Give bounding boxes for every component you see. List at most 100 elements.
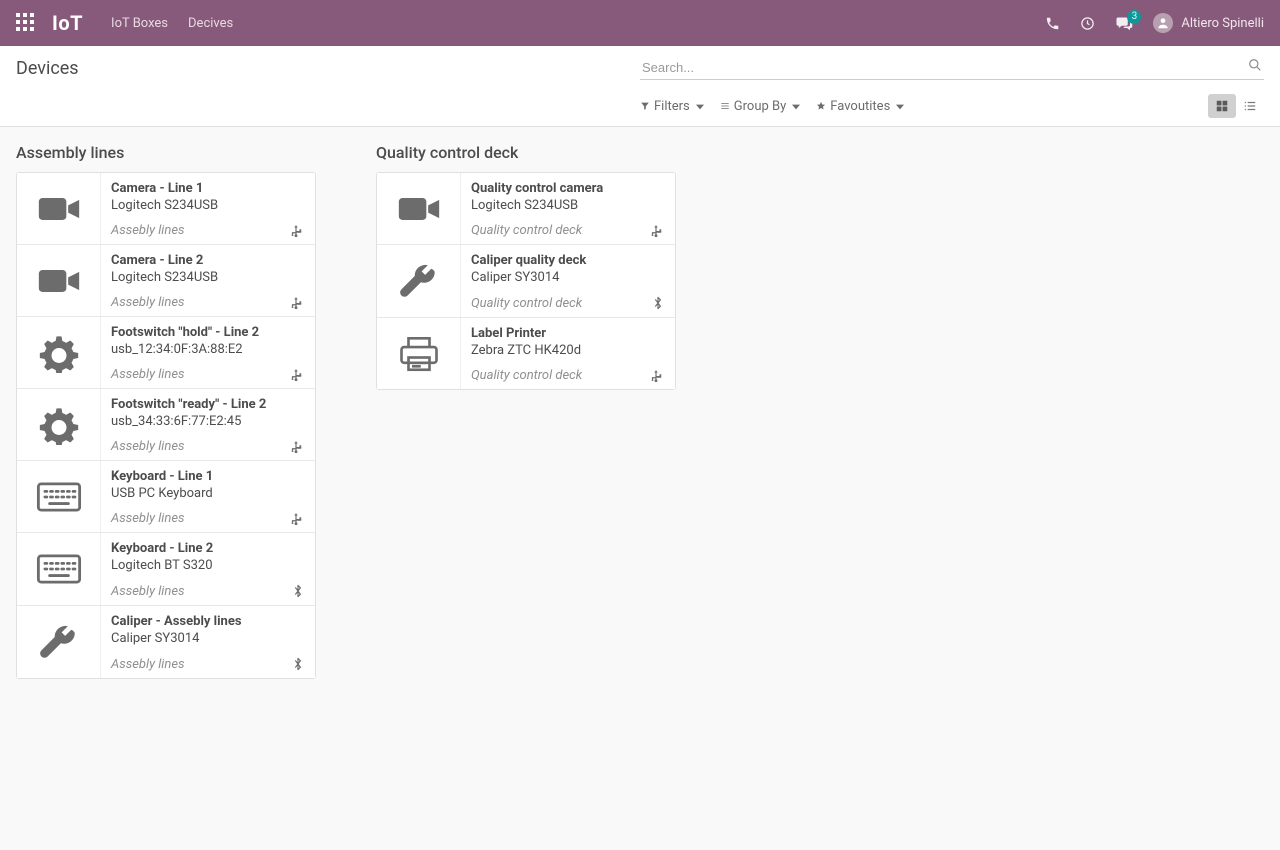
device-subtitle: Logitech S234USB: [111, 198, 305, 213]
device-card[interactable]: Camera - Line 2Logitech S234USBAssebly l…: [17, 245, 315, 317]
keyboard-icon: [17, 533, 101, 605]
kanban-group: Assembly lines Camera - Line 1 Logitech S2…: [16, 143, 316, 679]
device-tag: Assebly lines: [111, 223, 185, 238]
card-body: Keyboard - Line 1 USB PC Keyboard Assebly …: [101, 461, 315, 532]
device-subtitle: Logitech BT S320: [111, 558, 305, 573]
device-tag: Assebly lines: [111, 295, 185, 310]
device-tag: Assebly lines: [111, 657, 185, 672]
device-title: Keyboard - Line 2: [111, 541, 305, 556]
wrench-icon: [377, 245, 461, 317]
card-body: Caliper quality deck Caliper SY3014 Qualit…: [461, 245, 675, 317]
groupby-button[interactable]: Group By: [720, 99, 801, 114]
chat-icon[interactable]: 3: [1115, 16, 1133, 31]
device-subtitle: Zebra ZTC HK420d: [471, 343, 665, 358]
device-subtitle: Logitech S234USB: [111, 270, 305, 285]
device-card[interactable]: Camera - Line 1 Logitech S234USB Assebly l…: [17, 173, 315, 245]
device-tag: Quality control deck: [471, 368, 582, 383]
topbar-right: 3 Altiero Spinelli: [1045, 13, 1264, 33]
card-body: Caliper - Assebly lines Caliper SY3014 Ass…: [101, 606, 315, 678]
device-tag: Quality control deck: [471, 296, 582, 311]
device-card[interactable]: Keyboard - Line 1 USB PC Keyboard Assebly …: [17, 461, 315, 533]
kanban-view-button[interactable]: [1208, 94, 1236, 118]
device-title: Label Printer: [471, 326, 665, 341]
camera-icon: [377, 173, 461, 244]
filters-label: Filters: [654, 99, 690, 114]
list-view-button[interactable]: [1236, 94, 1264, 118]
usb-icon: [289, 224, 303, 238]
search-input[interactable]: [640, 56, 1264, 80]
phone-icon[interactable]: [1045, 16, 1060, 31]
device-title: Footswitch "ready" - Line 2: [111, 397, 305, 412]
device-subtitle: Logitech S234USB: [471, 198, 665, 213]
device-title: Keyboard - Line 1: [111, 469, 305, 484]
usb-icon: [649, 369, 663, 383]
device-card[interactable]: Keyboard - Line 2 Logitech BT S320 Assebly…: [17, 533, 315, 606]
device-card[interactable]: Footswitch "hold" - Line 2usb_12:34:0F:3…: [17, 317, 315, 389]
device-subtitle: Caliper SY3014: [111, 631, 305, 646]
nav-devices[interactable]: Decives: [188, 16, 233, 31]
usb-icon: [289, 440, 303, 454]
card-list: Camera - Line 1 Logitech S234USB Assebly l…: [16, 172, 316, 679]
group-title: Assembly lines: [16, 143, 316, 162]
user-menu[interactable]: Altiero Spinelli: [1153, 13, 1264, 33]
user-name: Altiero Spinelli: [1181, 16, 1264, 31]
card-footer: Assebly lines: [111, 656, 305, 672]
camera-icon: [17, 173, 101, 244]
device-card[interactable]: Label Printer Zebra ZTC HK420d Quality con…: [377, 318, 675, 389]
nav-links: IoT Boxes Decives: [111, 16, 233, 31]
device-tag: Quality control deck: [471, 223, 582, 238]
group-title: Quality control deck: [376, 143, 676, 162]
gear-icon: [17, 389, 101, 460]
card-body: Quality control camera Logitech S234USB Qu…: [461, 173, 675, 244]
card-list: Quality control camera Logitech S234USB Qu…: [376, 172, 676, 390]
favourites-button[interactable]: Favoutites: [816, 99, 904, 114]
card-footer: Assebly lines: [111, 223, 305, 238]
usb-icon: [289, 296, 303, 310]
clock-icon[interactable]: [1080, 16, 1095, 31]
gear-icon: [17, 317, 101, 388]
card-footer: Quality control deck: [471, 295, 665, 311]
printer-icon: [377, 318, 461, 389]
keyboard-icon: [17, 461, 101, 532]
chat-badge: 3: [1127, 10, 1141, 24]
card-body: Footswitch "hold" - Line 2usb_12:34:0F:3…: [101, 317, 315, 388]
card-footer: Assebly lines: [111, 511, 305, 526]
groupby-label: Group By: [734, 99, 787, 114]
card-body: Label Printer Zebra ZTC HK420d Quality con…: [461, 318, 675, 389]
device-title: Quality control camera: [471, 181, 665, 196]
content: Assembly lines Camera - Line 1 Logitech S2…: [0, 127, 1280, 695]
topbar: IoT IoT Boxes Decives 3 Altiero Spinelli: [0, 0, 1280, 46]
search-wrap: [640, 56, 1264, 80]
device-card[interactable]: Quality control camera Logitech S234USB Qu…: [377, 173, 675, 245]
device-subtitle: USB PC Keyboard: [111, 486, 305, 501]
device-subtitle: Caliper SY3014: [471, 270, 665, 285]
device-title: Caliper quality deck: [471, 253, 665, 268]
card-body: Camera - Line 2Logitech S234USBAssebly l…: [101, 245, 315, 316]
device-card[interactable]: Caliper quality deck Caliper SY3014 Qualit…: [377, 245, 675, 318]
card-body: Keyboard - Line 2 Logitech BT S320 Assebly…: [101, 533, 315, 605]
device-card[interactable]: Caliper - Assebly lines Caliper SY3014 Ass…: [17, 606, 315, 678]
device-title: Camera - Line 1: [111, 181, 305, 196]
device-tag: Assebly lines: [111, 367, 185, 382]
card-footer: Assebly lines: [111, 295, 305, 310]
search-icon[interactable]: [1248, 58, 1262, 72]
card-footer: Assebly lines: [111, 583, 305, 599]
apps-menu-icon[interactable]: [16, 13, 36, 33]
usb-icon: [649, 224, 663, 238]
device-subtitle: usb_12:34:0F:3A:88:E2: [111, 342, 305, 357]
card-body: Camera - Line 1 Logitech S234USB Assebly l…: [101, 173, 315, 244]
bluetooth-icon: [293, 583, 303, 599]
nav-iot-boxes[interactable]: IoT Boxes: [111, 16, 168, 31]
device-card[interactable]: Footswitch "ready" - Line 2 usb_34:33:6F:…: [17, 389, 315, 461]
usb-icon: [289, 368, 303, 382]
brand: IoT: [52, 11, 83, 35]
control-panel: Devices Filters Group By Favoutites: [0, 46, 1280, 127]
bluetooth-icon: [293, 656, 303, 672]
device-tag: Assebly lines: [111, 439, 185, 454]
card-footer: Assebly lines: [111, 439, 305, 454]
filters-button[interactable]: Filters: [640, 99, 704, 114]
device-subtitle: usb_34:33:6F:77:E2:45: [111, 414, 305, 429]
avatar: [1153, 13, 1173, 33]
device-tag: Assebly lines: [111, 511, 185, 526]
device-title: Caliper - Assebly lines: [111, 614, 305, 629]
